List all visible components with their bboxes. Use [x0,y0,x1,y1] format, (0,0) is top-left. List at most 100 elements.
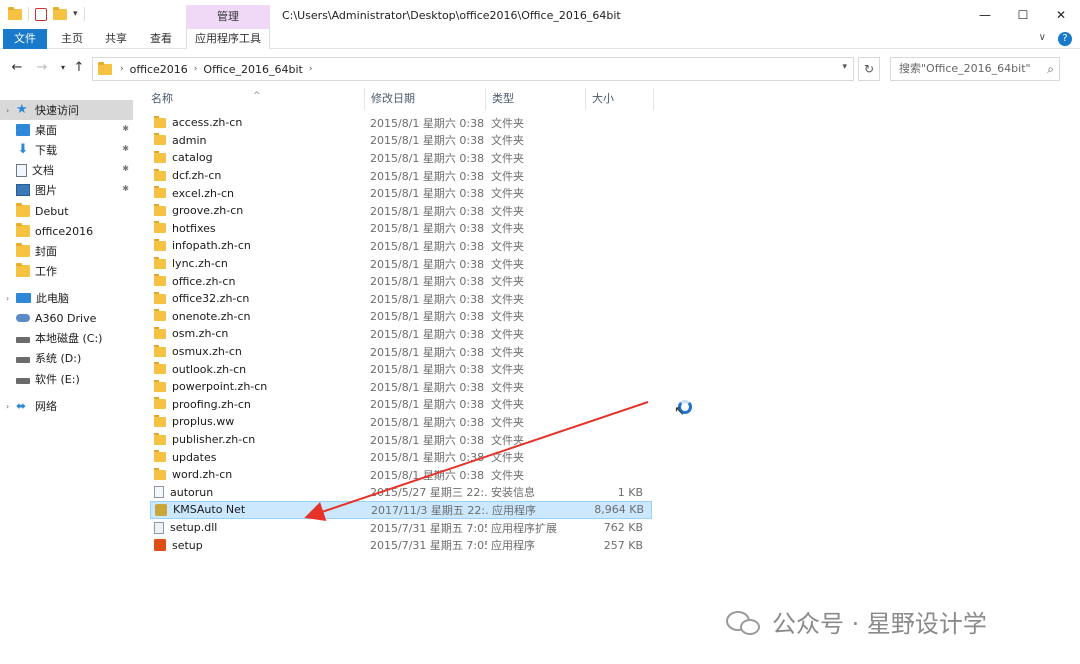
folder-icon [154,221,166,234]
chevron-right-icon[interactable]: › [6,402,16,411]
properties-icon[interactable] [35,7,47,21]
folder-icon [154,115,166,128]
column-header-type[interactable]: 类型 [486,88,586,110]
folder-icon [154,291,166,304]
chevron-right-icon[interactable]: › [194,64,198,74]
address-bar[interactable]: › office2016 › Office_2016_64bit › ▾ [92,57,854,81]
sidebar-item-work[interactable]: 工作 [0,261,133,281]
sidebar-item-downloads[interactable]: ⬇ 下载 ✱ [0,140,133,160]
table-row[interactable]: setup 2015/7/31 星期五 7:05 应用程序 257 KB [150,536,652,554]
table-row[interactable]: setup.dll 2015/7/31 星期五 7:05 应用程序扩展 762 KB [150,519,652,537]
sidebar-item-label: 封面 [35,245,57,258]
table-row[interactable]: publisher.zh-cn 2015/8/1 星期六 0:38 文件夹 [150,431,652,449]
file-type-cell: 文件夹 [491,151,524,165]
chevron-down-icon[interactable]: › [6,106,16,115]
modified-date-cell: 2015/8/1 星期六 0:38 [370,398,485,412]
sidebar-item-drive-d[interactable]: 系统 (D:) [0,348,133,368]
folder-icon [154,467,166,480]
table-row[interactable]: office.zh-cn 2015/8/1 星期六 0:38 文件夹 [150,272,652,290]
back-arrow-icon[interactable]: ← [8,59,26,77]
sidebar-item-a360-drive[interactable]: A360 Drive [0,308,133,328]
file-type-cell: 文件夹 [491,169,524,183]
table-row[interactable]: updates 2015/8/1 星期六 0:38 文件夹 [150,448,652,466]
file-name-cell: catalog [150,150,366,164]
table-row[interactable]: proofing.zh-cn 2015/8/1 星期六 0:38 文件夹 [150,396,652,414]
tab-view[interactable]: 查看 [141,29,181,49]
sidebar-item-desktop[interactable]: 桌面 ✱ [0,120,133,140]
file-type-cell: 应用程序扩展 [491,521,557,535]
sidebar-item-cover[interactable]: 封面 [0,241,133,261]
folder-icon [154,397,166,410]
sidebar-item-documents[interactable]: 文档 ✱ [0,160,133,180]
close-button[interactable]: ✕ [1042,0,1080,30]
tab-home[interactable]: 主页 [52,29,92,49]
minimize-button[interactable]: — [966,0,1004,30]
table-row[interactable]: catalog 2015/8/1 星期六 0:38 文件夹 [150,149,652,167]
folder-icon[interactable] [8,6,22,20]
chevron-right-icon[interactable]: › [309,64,313,74]
table-row[interactable]: onenote.zh-cn 2015/8/1 星期六 0:38 文件夹 [150,308,652,326]
sidebar-item-drive-e[interactable]: 软件 (E:) [0,369,133,389]
file-name-cell: excel.zh-cn [150,186,366,200]
modified-date-cell: 2017/11/3 星期五 22:... [371,503,488,517]
refresh-button[interactable]: ↻ [858,57,880,81]
column-header-name[interactable]: 名称 ^ [145,88,365,110]
window-title: C:\Users\Administrator\Desktop\office201… [282,9,621,22]
table-row[interactable]: KMSAuto Net 2017/11/3 星期五 22:... 应用程序 8,964… [150,501,652,519]
chevron-down-icon[interactable]: ▾ [842,62,847,72]
sidebar-item-debut[interactable]: Debut [0,201,133,221]
tab-share[interactable]: 共享 [95,29,137,49]
up-arrow-icon[interactable]: ↑ [70,59,88,77]
watermark: 公众号 · 星野设计学 [724,604,987,639]
table-row[interactable]: powerpoint.zh-cn 2015/8/1 星期六 0:38 文件夹 [150,378,652,396]
forward-arrow-icon[interactable]: → [33,59,51,77]
sidebar-item-quick-access[interactable]: › ★ 快速访问 [0,100,133,120]
sidebar-item-this-pc[interactable]: › 此电脑 [0,288,133,308]
modified-date-cell: 2015/8/1 星期六 0:38 [370,310,485,324]
table-row[interactable]: outlook.zh-cn 2015/8/1 星期六 0:38 文件夹 [150,360,652,378]
sidebar-item-label: 图片 [35,184,57,197]
table-row[interactable]: word.zh-cn 2015/8/1 星期六 0:38 文件夹 [150,466,652,484]
table-row[interactable]: dcf.zh-cn 2015/8/1 星期六 0:38 文件夹 [150,167,652,185]
maximize-button[interactable]: ☐ [1004,0,1042,30]
new-folder-icon[interactable] [53,6,67,20]
table-row[interactable]: osmux.zh-cn 2015/8/1 星期六 0:38 文件夹 [150,343,652,361]
table-row[interactable]: infopath.zh-cn 2015/8/1 星期六 0:38 文件夹 [150,237,652,255]
table-row[interactable]: autorun 2015/5/27 星期三 22:... 安装信息 1 KB [150,484,652,502]
sidebar-item-network[interactable]: › ⬌ 网络 [0,396,133,416]
file-name-cell: updates [150,450,366,464]
tab-application-tools[interactable]: 应用程序工具 [186,29,270,49]
file-name-cell: powerpoint.zh-cn [150,379,366,393]
table-row[interactable]: osm.zh-cn 2015/8/1 星期六 0:38 文件夹 [150,325,652,343]
column-header-size[interactable]: 大小 [586,88,654,110]
sidebar-item-pictures[interactable]: 图片 ✱ [0,180,133,200]
search-input[interactable]: 搜索"Office_2016_64bit" ⌕ [890,57,1060,81]
file-type-cell: 文件夹 [491,187,524,201]
search-icon[interactable]: ⌕ [1047,58,1054,80]
breadcrumb-office-2016-64bit[interactable]: Office_2016_64bit [203,63,302,76]
table-row[interactable]: lync.zh-cn 2015/8/1 星期六 0:38 文件夹 [150,255,652,273]
sidebar-item-office2016[interactable]: office2016 [0,221,133,241]
chevron-right-icon[interactable]: › [120,64,124,74]
tab-file[interactable]: 文件 [3,29,47,49]
file-size-cell: 8,964 KB [594,503,644,517]
expand-ribbon-icon[interactable]: ∨ [1039,32,1046,46]
breadcrumb-office2016[interactable]: office2016 [130,63,188,76]
table-row[interactable]: admin 2015/8/1 星期六 0:38 文件夹 [150,132,652,150]
table-row[interactable]: access.zh-cn 2015/8/1 星期六 0:38 文件夹 [150,114,652,132]
watermark-text: 公众号 · 星野设计学 [772,610,987,638]
file-size-cell: 1 KB [617,485,643,499]
drive-icon [16,336,30,343]
chevron-right-icon[interactable]: › [6,294,16,303]
folder-icon [154,432,166,445]
help-icon[interactable]: ? [1058,32,1072,46]
column-header-date[interactable]: 修改日期 [365,88,486,110]
customize-toolbar-icon[interactable]: ▾ [73,9,78,19]
table-row[interactable]: excel.zh-cn 2015/8/1 星期六 0:38 文件夹 [150,184,652,202]
table-row[interactable]: groove.zh-cn 2015/8/1 星期六 0:38 文件夹 [150,202,652,220]
table-row[interactable]: hotfixes 2015/8/1 星期六 0:38 文件夹 [150,220,652,238]
divider [83,7,85,21]
table-row[interactable]: proplus.ww 2015/8/1 星期六 0:38 文件夹 [150,413,652,431]
table-row[interactable]: office32.zh-cn 2015/8/1 星期六 0:38 文件夹 [150,290,652,308]
sidebar-item-drive-c[interactable]: 本地磁盘 (C:) [0,328,133,348]
